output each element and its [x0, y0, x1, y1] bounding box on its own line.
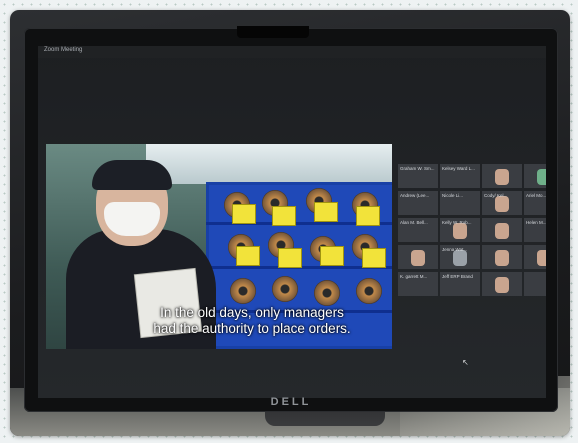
participant-tile[interactable]: Cody/ Kel... — [482, 191, 522, 215]
participant-tile[interactable] — [482, 164, 522, 188]
factory-window — [146, 144, 392, 184]
label-bin — [356, 206, 380, 226]
label-bin — [236, 246, 260, 266]
participant-video — [495, 250, 509, 266]
participant-video — [453, 223, 467, 239]
label-bin — [278, 248, 302, 268]
participant-gallery: Graham W. Sm... Kelsey Ward L... Andrew (L… — [398, 164, 546, 324]
participant-tile[interactable]: Andrew (Lee... — [398, 191, 438, 215]
monitor-brand: DELL — [270, 396, 312, 408]
participant-video — [537, 169, 546, 185]
subtitle-line-2: had the authority to place orders. — [153, 321, 351, 336]
participant-name: Helen M... — [526, 220, 546, 225]
participant-name: Ariel Mo... — [526, 193, 546, 198]
participant-tile[interactable] — [482, 218, 522, 242]
webcam — [237, 26, 309, 38]
participant-name: Jeff ERP Brand — [442, 274, 473, 279]
photo: Zoom Meeting In the old days, only manag… — [10, 10, 570, 436]
app-title-bar: Zoom Meeting — [38, 46, 546, 58]
participant-tile[interactable]: Jeff ERP Brand — [440, 272, 480, 296]
participant-video — [537, 250, 546, 266]
reel — [356, 278, 382, 304]
participant-name: K. garrett M... — [400, 274, 428, 279]
video-subtitle: In the old days, only managers had the a… — [112, 305, 392, 337]
participant-tile[interactable]: Graham W. Sm... — [398, 164, 438, 188]
participant-name: Alan M. Bell... — [400, 220, 428, 225]
participant-tile[interactable] — [398, 245, 438, 269]
label-bin — [272, 206, 296, 226]
participant-video — [495, 277, 509, 293]
participant-tile[interactable]: Ariel Mo... — [524, 191, 546, 215]
participant-name: Andrew (Lee... — [400, 193, 430, 198]
monitor-screen: Zoom Meeting In the old days, only manag… — [38, 46, 546, 398]
participant-video — [495, 169, 509, 185]
participant-name: Kelly W. Rob... — [442, 220, 472, 225]
participant-video — [495, 223, 509, 239]
participant-name: Kelsey Ward L... — [442, 166, 475, 171]
participant-tile[interactable]: Kelly W. Rob... — [440, 218, 480, 242]
worker-cap — [92, 160, 172, 190]
shared-video[interactable]: In the old days, only managers had the a… — [46, 144, 392, 349]
participant-tile[interactable]: Kelsey Ward L... — [440, 164, 480, 188]
reel — [314, 280, 340, 306]
reel — [230, 278, 256, 304]
participant-tile[interactable] — [482, 245, 522, 269]
participant-tile[interactable]: Nicole Li... — [440, 191, 480, 215]
label-bin — [362, 248, 386, 268]
participant-tile[interactable]: Jenna Wat... — [440, 245, 480, 269]
mouse-cursor-icon: ↖ — [462, 358, 469, 367]
participant-video — [495, 196, 509, 212]
participant-video — [411, 250, 425, 266]
participant-tile[interactable] — [524, 164, 546, 188]
subtitle-line-1: In the old days, only managers — [160, 305, 344, 320]
label-bin — [314, 202, 338, 222]
label-bin — [232, 204, 256, 224]
participant-tile[interactable] — [524, 245, 546, 269]
participant-tile[interactable] — [524, 272, 546, 296]
label-bin — [320, 246, 344, 266]
participant-name: Jenna Wat... — [442, 247, 468, 252]
monitor-bezel: Zoom Meeting In the old days, only manag… — [24, 26, 558, 412]
reel — [272, 276, 298, 302]
participant-video — [453, 250, 467, 266]
participant-tile[interactable]: Helen M... — [524, 218, 546, 242]
participant-name: Nicole Li... — [442, 193, 464, 198]
participant-tile[interactable] — [482, 272, 522, 296]
participant-tile[interactable]: Alan M. Bell... — [398, 218, 438, 242]
participant-name: Graham W. Sm... — [400, 166, 435, 171]
participant-tile[interactable]: K. garrett M... — [398, 272, 438, 296]
app-title: Zoom Meeting — [44, 47, 83, 53]
worker-mask — [104, 202, 160, 236]
participant-name: Cody/ Kel... — [484, 193, 508, 198]
